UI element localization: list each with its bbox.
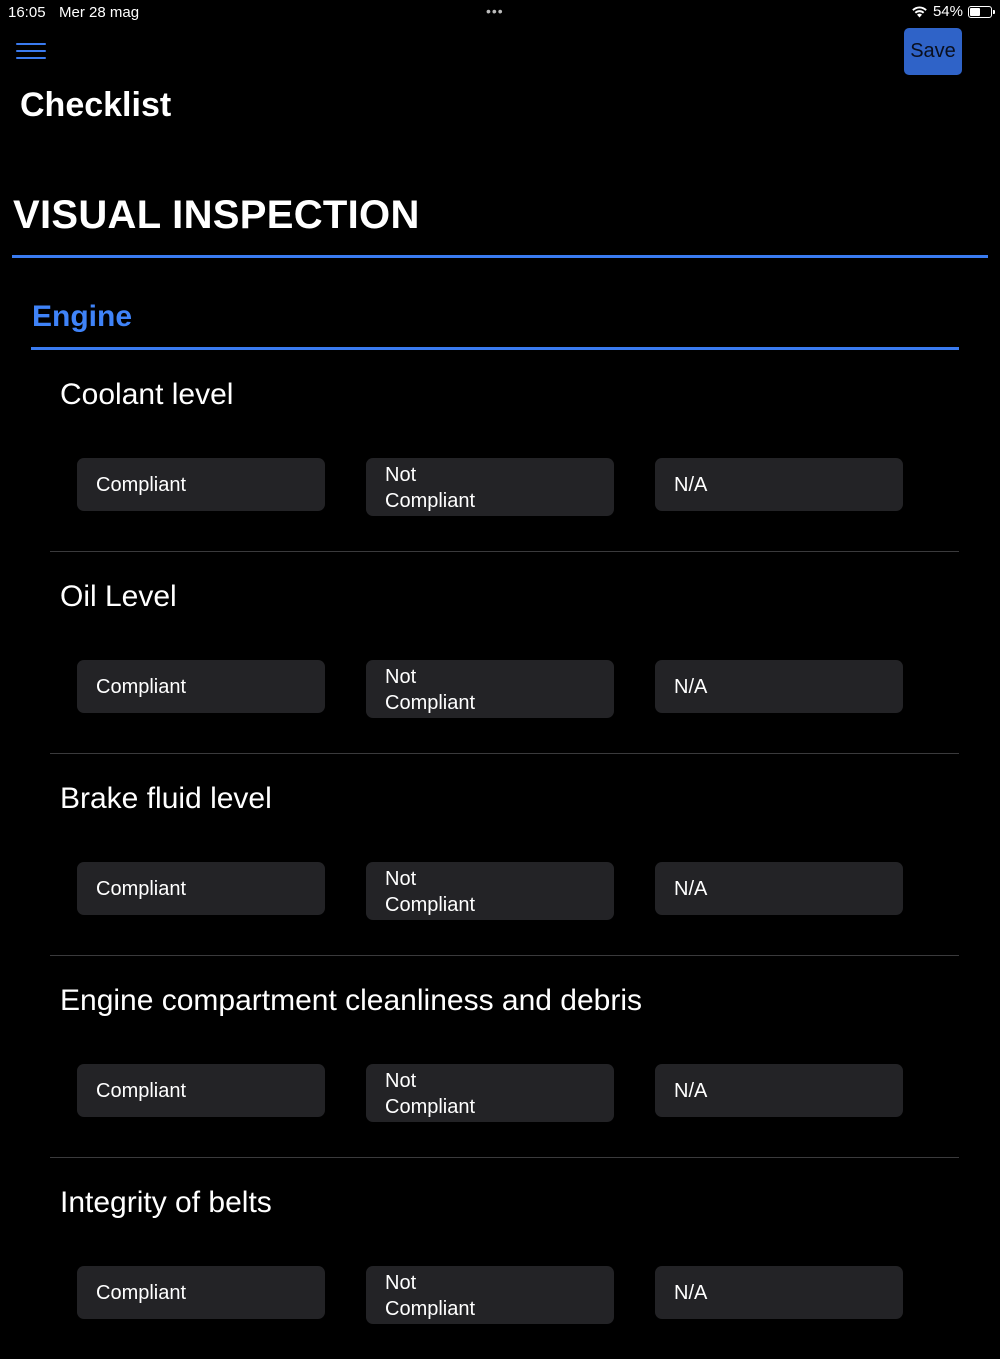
status-date: Mer 28 mag: [59, 4, 140, 21]
not-compliant-label-1: Not: [385, 1272, 417, 1294]
section-divider: [12, 255, 988, 258]
item-title: Brake fluid level: [60, 782, 272, 815]
save-button[interactable]: Save: [904, 28, 962, 75]
checklist-item: Engine compartment cleanliness and debri…: [50, 956, 959, 1158]
na-button[interactable]: N/A: [655, 862, 903, 915]
status-indicators: 54%: [911, 3, 995, 20]
group-title-engine: Engine: [32, 300, 133, 333]
not-compliant-button[interactable]: Not Compliant: [366, 1064, 614, 1122]
not-compliant-label-1: Not: [385, 1070, 417, 1092]
item-title: Oil Level: [60, 580, 177, 613]
checklist-item: Oil Level Compliant Not Compliant N/A: [50, 552, 959, 754]
checklist-items: Coolant level Compliant Not Compliant N/A…: [50, 350, 959, 1359]
not-compliant-button[interactable]: Not Compliant: [366, 458, 614, 516]
battery-fill: [970, 7, 980, 16]
checklist-item: Integrity of belts Compliant Not Complian…: [50, 1158, 959, 1359]
item-title: Integrity of belts: [60, 1186, 272, 1219]
compliant-button[interactable]: Compliant: [77, 458, 325, 511]
checklist-item: Brake fluid level Compliant Not Compliant…: [50, 754, 959, 956]
compliant-button[interactable]: Compliant: [77, 1064, 325, 1117]
compliant-button[interactable]: Compliant: [77, 862, 325, 915]
not-compliant-label-1: Not: [385, 666, 417, 688]
not-compliant-button[interactable]: Not Compliant: [366, 1266, 614, 1324]
na-button[interactable]: N/A: [655, 1266, 903, 1319]
not-compliant-label-2: Compliant: [385, 1298, 476, 1320]
not-compliant-label-2: Compliant: [385, 490, 476, 512]
compliant-button[interactable]: Compliant: [77, 660, 325, 713]
hamburger-menu-icon[interactable]: [16, 43, 46, 63]
item-title: Coolant level: [60, 378, 234, 411]
na-button[interactable]: N/A: [655, 458, 903, 511]
not-compliant-label-2: Compliant: [385, 894, 476, 916]
battery-icon: [968, 5, 995, 18]
not-compliant-button[interactable]: Not Compliant: [366, 862, 614, 920]
not-compliant-button[interactable]: Not Compliant: [366, 660, 614, 718]
page-title: Checklist: [20, 86, 172, 124]
na-button[interactable]: N/A: [655, 660, 903, 713]
wifi-icon: [912, 6, 927, 18]
battery-nub: [993, 9, 995, 14]
section-title: VISUAL INSPECTION: [13, 193, 420, 237]
na-button[interactable]: N/A: [655, 1064, 903, 1117]
multitasking-dots-icon[interactable]: •••: [486, 3, 504, 19]
status-time: 16:05: [8, 4, 46, 21]
battery-percent: 54%: [932, 3, 963, 20]
not-compliant-label-1: Not: [385, 464, 417, 486]
checklist-item: Coolant level Compliant Not Compliant N/A: [50, 350, 959, 552]
item-title: Engine compartment cleanliness and debri…: [60, 984, 642, 1017]
status-bar: 16:05 Mer 28 mag ••• 54%: [0, 0, 1000, 26]
not-compliant-label-2: Compliant: [385, 692, 476, 714]
not-compliant-label-1: Not: [385, 868, 417, 890]
compliant-button[interactable]: Compliant: [77, 1266, 325, 1319]
not-compliant-label-2: Compliant: [385, 1096, 476, 1118]
